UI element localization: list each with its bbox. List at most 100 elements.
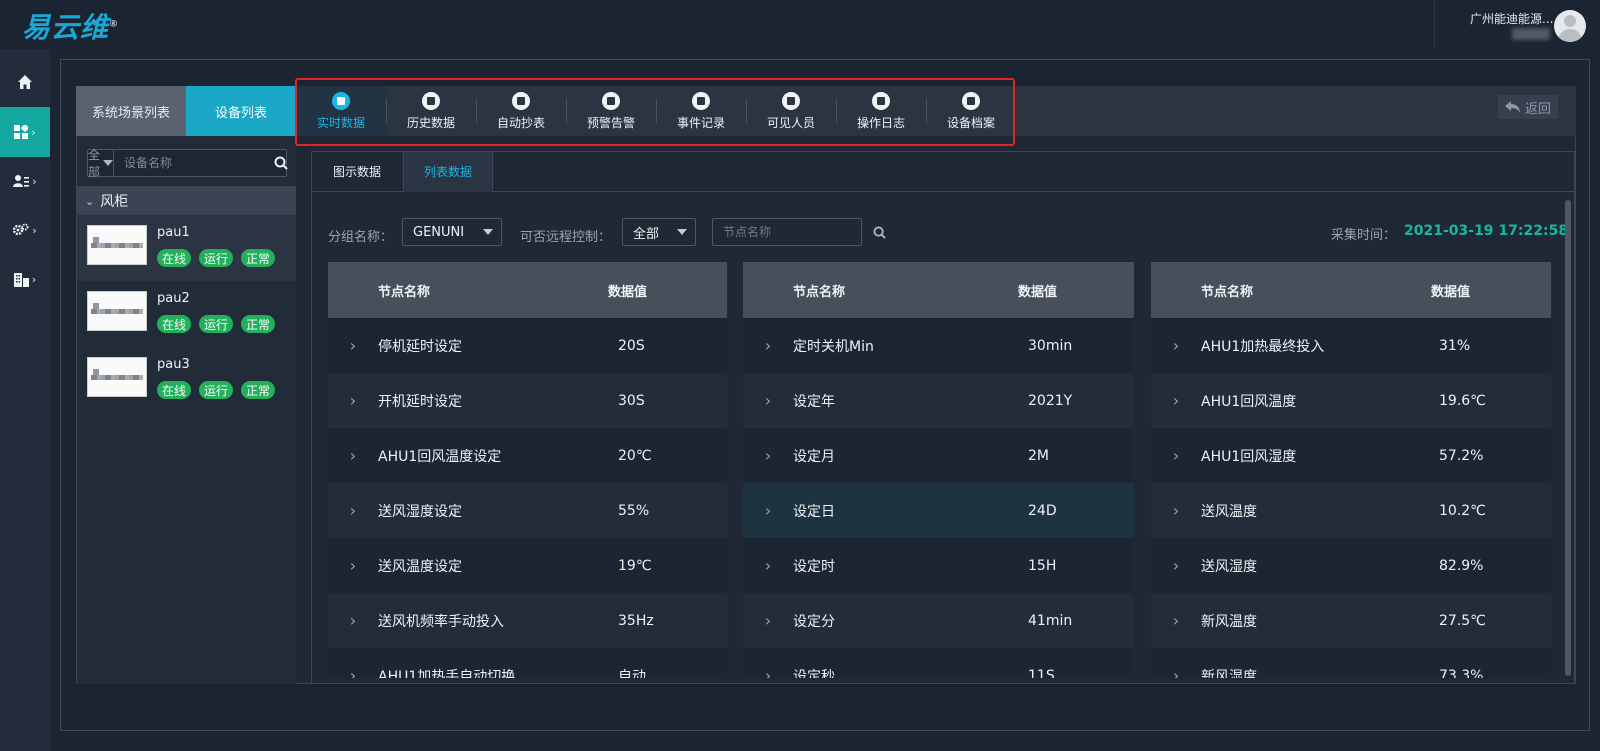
table-row[interactable]: › 新风温度 27.5℃ xyxy=(1151,593,1551,648)
nav-apps[interactable]: › xyxy=(0,107,50,157)
table-row[interactable]: › AHU1加热最终投入 31% xyxy=(1151,318,1551,373)
device-item[interactable]: pau3 在线 运行 正常 xyxy=(77,347,296,413)
header-value: 数据值 xyxy=(608,284,648,300)
event-icon xyxy=(692,91,710,110)
expand-arrow-icon[interactable]: › xyxy=(1151,666,1201,678)
archive-icon xyxy=(962,91,980,110)
table-row[interactable]: › AHU1回风湿度 57.2% xyxy=(1151,428,1551,483)
function-tabs: 实时数据 历史数据 自动抄表 预警告警 事件记录 可见人员 操作日志 设备档案 xyxy=(296,86,1576,136)
table-row[interactable]: › 定时关机Min 30min xyxy=(743,318,1134,373)
expand-arrow-icon[interactable]: › xyxy=(1151,446,1201,465)
scrollbar-thumb[interactable] xyxy=(1565,200,1571,676)
sub-tabs: 图示数据 列表数据 xyxy=(311,151,1575,192)
tab-alarms[interactable]: 预警告警 xyxy=(566,86,656,136)
device-filter-select[interactable]: 全部 xyxy=(88,148,115,179)
expand-arrow-icon[interactable]: › xyxy=(1151,501,1201,520)
table-row[interactable]: › 新风湿度 73.3% xyxy=(1151,648,1551,678)
expand-arrow-icon[interactable]: › xyxy=(1151,556,1201,575)
app-logo[interactable]: 易云维® xyxy=(22,6,119,46)
table-row[interactable]: › AHU1回风温度 19.6℃ xyxy=(1151,373,1551,428)
tab-auto-meter[interactable]: 自动抄表 xyxy=(476,86,566,136)
nav-buildings[interactable]: › xyxy=(0,254,50,304)
table-row[interactable]: › 设定秒 11S xyxy=(743,648,1134,678)
vertical-scrollbar[interactable] xyxy=(1565,200,1571,676)
expand-arrow-icon[interactable]: › xyxy=(328,611,378,630)
cell-node: AHU1加热最终投入 xyxy=(1201,338,1325,355)
back-label: 返回 xyxy=(1524,101,1551,117)
expand-arrow-icon[interactable]: › xyxy=(328,501,378,520)
cell-value: 24D xyxy=(1028,502,1057,519)
expand-arrow-icon[interactable]: › xyxy=(328,391,378,410)
caret-down-icon xyxy=(103,160,114,166)
chevron-down-icon: ⌄ xyxy=(85,194,95,208)
table-row[interactable]: › 送风湿度设定 55% xyxy=(328,483,727,538)
tab-realtime-data[interactable]: 实时数据 xyxy=(296,86,386,136)
device-group-header[interactable]: ⌄ 风柜 xyxy=(77,186,296,216)
tab-visible-users[interactable]: 可见人员 xyxy=(746,86,836,136)
expand-arrow-icon[interactable]: › xyxy=(328,336,378,355)
back-button[interactable]: 返回 xyxy=(1498,95,1558,119)
tab-device-archive[interactable]: 设备档案 xyxy=(926,86,1016,136)
tab-history-data[interactable]: 历史数据 xyxy=(386,86,476,136)
status-badge-normal: 正常 xyxy=(241,381,276,399)
expand-arrow-icon[interactable]: › xyxy=(1151,391,1201,410)
table-row[interactable]: › 停机延时设定 20S xyxy=(328,318,727,373)
device-thumbnail xyxy=(87,357,147,397)
table-row[interactable]: › 设定时 15H xyxy=(743,538,1134,593)
table-row[interactable]: › 设定月 2M xyxy=(743,428,1134,483)
tab-device-list[interactable]: 设备列表 xyxy=(186,86,296,136)
cell-node: 开机延时设定 xyxy=(378,393,462,410)
tab-list-data[interactable]: 列表数据 xyxy=(403,151,493,192)
status-badge-online: 在线 xyxy=(157,249,192,267)
expand-arrow-icon[interactable]: › xyxy=(1151,611,1201,630)
tab-scene-list[interactable]: 系统场景列表 xyxy=(76,86,186,136)
remote-select[interactable]: 全部 xyxy=(622,218,696,246)
tab-event-log[interactable]: 事件记录 xyxy=(656,86,746,136)
tab-label: 设备档案 xyxy=(946,115,995,130)
nav-settings[interactable]: › xyxy=(0,205,50,255)
table-row[interactable]: › 送风温度 10.2℃ xyxy=(1151,483,1551,538)
device-search-input[interactable] xyxy=(114,150,275,176)
expand-arrow-icon[interactable]: › xyxy=(328,556,378,575)
cell-value: 15H xyxy=(1028,557,1057,574)
node-search-input[interactable] xyxy=(713,219,873,245)
group-select[interactable]: GENUNI xyxy=(402,218,502,246)
device-item[interactable]: pau1 在线 运行 正常 xyxy=(77,215,296,281)
tab-operation-log[interactable]: 操作日志 xyxy=(836,86,926,136)
user-icon xyxy=(782,91,800,110)
table-row[interactable]: › 送风温度设定 19℃ xyxy=(328,538,727,593)
nav-users[interactable]: › xyxy=(0,156,50,206)
search-icon xyxy=(274,156,288,170)
node-search-button[interactable] xyxy=(873,225,886,239)
expand-arrow-icon[interactable]: › xyxy=(1151,336,1201,355)
expand-arrow-icon[interactable]: › xyxy=(743,446,793,465)
caret-down-icon xyxy=(483,229,493,235)
tab-chart-data[interactable]: 图示数据 xyxy=(311,151,403,192)
expand-arrow-icon[interactable]: › xyxy=(328,666,378,678)
expand-arrow-icon[interactable]: › xyxy=(743,501,793,520)
device-search-button[interactable] xyxy=(274,150,288,176)
cell-node: 停机延时设定 xyxy=(378,338,462,355)
gears-icon xyxy=(13,223,29,236)
cell-node: AHU1加热手自动切换 xyxy=(378,668,516,679)
expand-arrow-icon[interactable]: › xyxy=(743,556,793,575)
device-item[interactable]: pau2 在线 运行 正常 xyxy=(77,281,296,347)
expand-arrow-icon[interactable]: › xyxy=(743,611,793,630)
table-row[interactable]: › 送风湿度 82.9% xyxy=(1151,538,1551,593)
expand-arrow-icon[interactable]: › xyxy=(743,336,793,355)
table-row[interactable]: › 送风机频率手动投入 35Hz xyxy=(328,593,727,648)
table-row[interactable]: › AHU1加热手自动切换 自动 xyxy=(328,648,727,678)
cell-node: 送风机频率手动投入 xyxy=(378,613,504,630)
table-row[interactable]: › AHU1回风温度设定 20℃ xyxy=(328,428,727,483)
user-name[interactable]: 广州能迪能源... xyxy=(1470,10,1553,27)
expand-arrow-icon[interactable]: › xyxy=(743,391,793,410)
table-row-selected[interactable]: › 设定日 24D xyxy=(743,483,1134,538)
expand-arrow-icon[interactable]: › xyxy=(328,446,378,465)
avatar[interactable] xyxy=(1554,10,1586,42)
cell-value: 10.2℃ xyxy=(1439,502,1486,519)
table-row[interactable]: › 设定年 2021Y xyxy=(743,373,1134,428)
expand-arrow-icon[interactable]: › xyxy=(743,666,793,678)
table-row[interactable]: › 开机延时设定 30S xyxy=(328,373,727,428)
nav-home[interactable] xyxy=(0,57,50,107)
table-row[interactable]: › 设定分 41min xyxy=(743,593,1134,648)
